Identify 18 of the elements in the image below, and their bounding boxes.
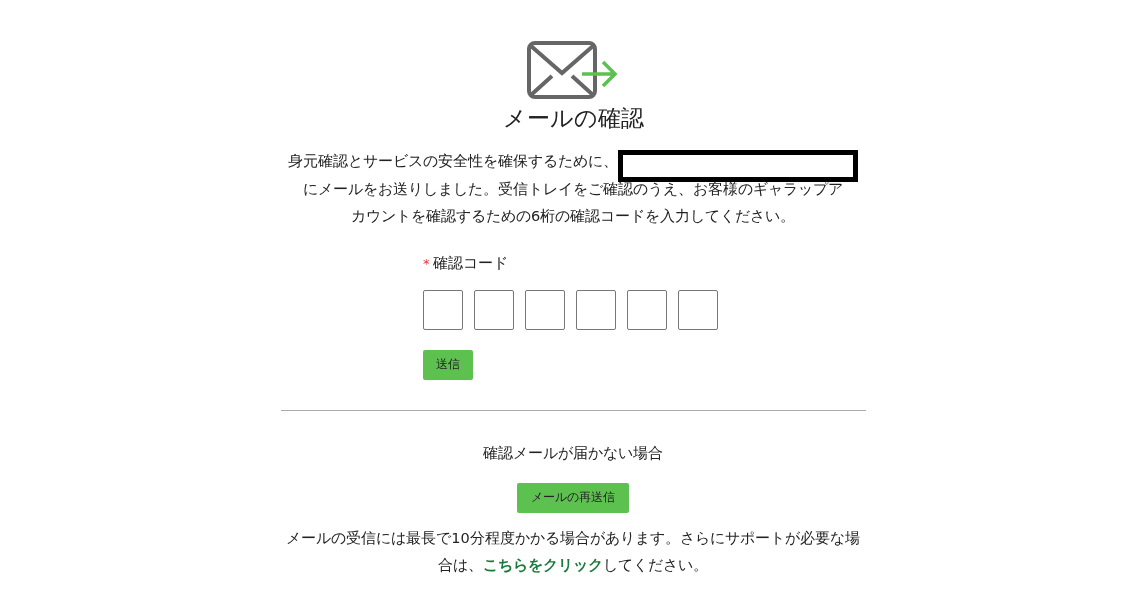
intro-text: カウントを確認するための6桁の確認コードを入力してください。 bbox=[350, 207, 796, 226]
digit-field[interactable] bbox=[627, 289, 667, 330]
help-text: メールの受信には最長で10分程度かかる場合があります。さらにサポートが必要な場合は、こちらをクリック してください。 bbox=[285, 528, 861, 575]
intro-text: 身元確認とサービスの安全性を確保するために、 bbox=[288, 152, 618, 171]
submit-button[interactable]: 送信 bbox=[423, 349, 473, 380]
required-mark: * bbox=[423, 255, 430, 271]
section-heading: 確認メールが届かない場合 bbox=[483, 442, 663, 464]
digit-field[interactable] bbox=[423, 289, 463, 330]
field-label: 確認コード bbox=[432, 253, 508, 272]
digit-field[interactable] bbox=[576, 289, 616, 330]
digit-field[interactable] bbox=[525, 289, 565, 330]
help-link[interactable]: こちらをクリック bbox=[483, 557, 603, 573]
resend-button[interactable]: メールの再送信 bbox=[517, 482, 629, 513]
digit-field[interactable] bbox=[474, 289, 514, 330]
digit-field[interactable] bbox=[678, 289, 718, 330]
email-send-icon bbox=[526, 40, 620, 100]
intro-text: にメールをお送りしました。受信トレイをご確認のうえ、お客様のギャラップア bbox=[303, 179, 843, 199]
page-title: メールの確認 bbox=[502, 104, 644, 133]
